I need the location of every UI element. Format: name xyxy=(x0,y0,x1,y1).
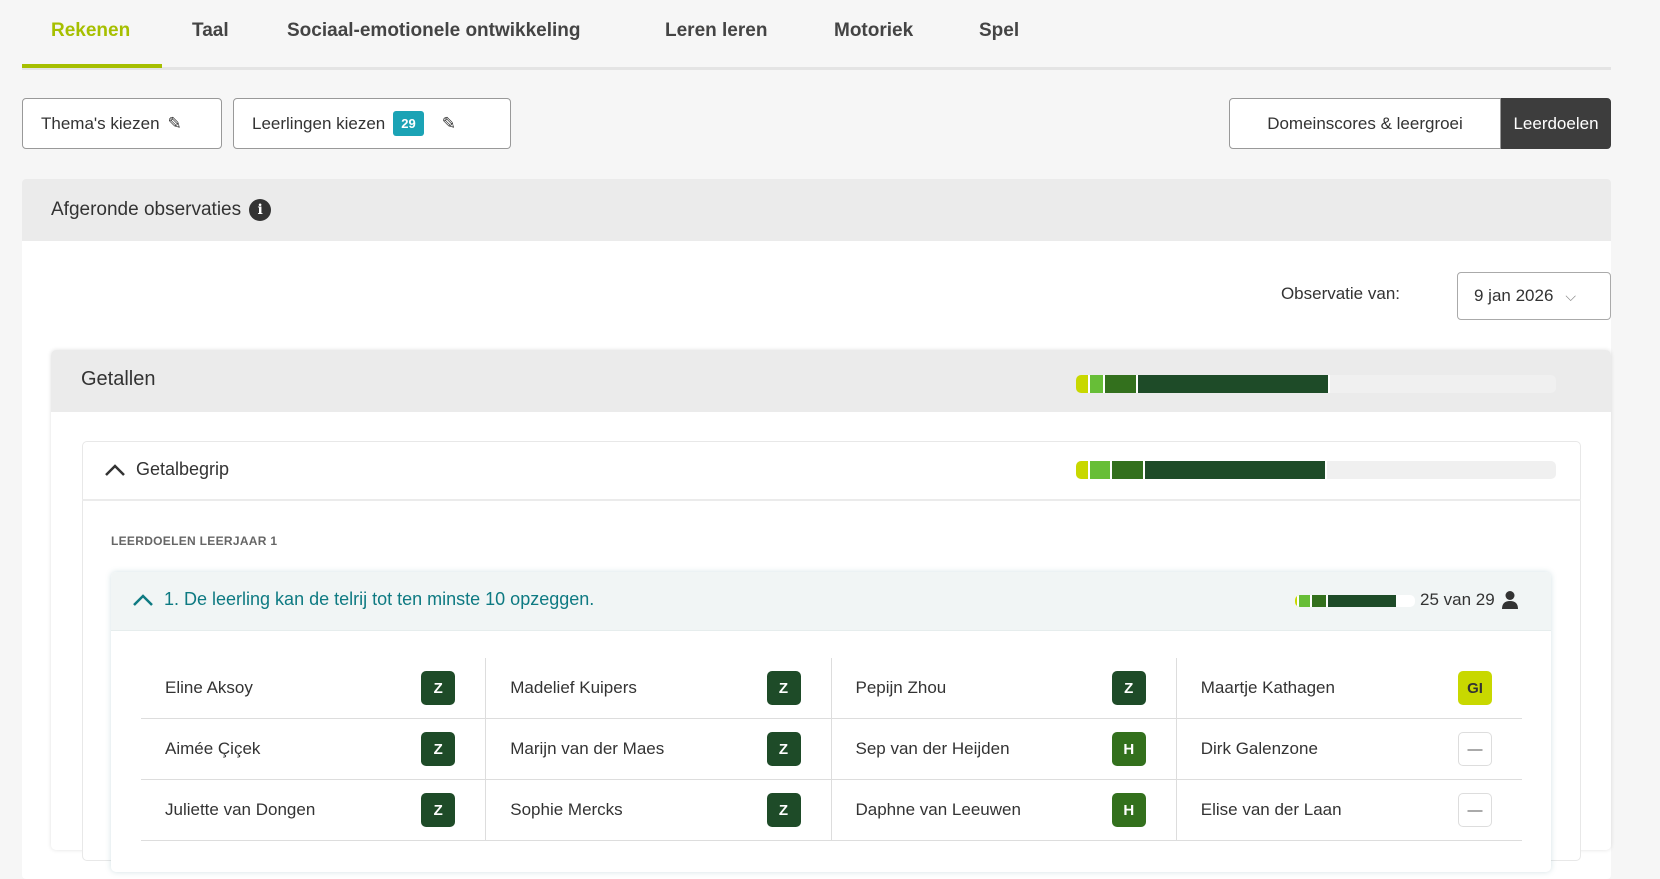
observation-date-select[interactable]: 9 jan 2026 ⌵ xyxy=(1457,272,1611,320)
chevron-up-icon xyxy=(133,593,153,606)
student-cell: Pepijn Zhou Z xyxy=(831,658,1177,719)
score-badge[interactable]: Z xyxy=(766,732,801,766)
panel-title: Afgeronde observaties xyxy=(51,199,242,220)
progress-segment-light xyxy=(1090,375,1105,393)
student-name: Pepijn Zhou xyxy=(855,678,947,697)
score-badge[interactable]: Z xyxy=(421,793,456,827)
score-badge[interactable]: H xyxy=(1111,732,1146,766)
choose-students-button[interactable]: Leerlingen kiezen 29 ✎ xyxy=(233,98,511,149)
active-tab-indicator xyxy=(22,64,162,68)
student-name: Madelief Kuipers xyxy=(510,678,637,697)
progress-segment-z xyxy=(1138,375,1331,393)
chevron-up-icon xyxy=(105,463,125,476)
student-name: Maartje Kathagen xyxy=(1200,678,1335,697)
subject-tabs: Rekenen Taal Sociaal-emotionele ontwikke… xyxy=(22,0,1611,70)
learning-goal-progress-bar xyxy=(1295,595,1415,607)
score-badge[interactable]: H xyxy=(1111,793,1146,827)
view-learning-goals-button[interactable]: Leerdoelen xyxy=(1501,98,1611,149)
progress-segment-gi xyxy=(1076,461,1091,479)
tab-rekenen[interactable]: Rekenen xyxy=(51,20,130,42)
score-badge[interactable]: Z xyxy=(421,732,456,766)
score-badge[interactable]: Z xyxy=(766,793,801,827)
student-cell: Sep van der Heijden H xyxy=(831,719,1177,780)
tab-sociaal-emotionele-ontwikkeling[interactable]: Sociaal-emotionele ontwikkeling xyxy=(287,20,581,42)
choose-students-label: Leerlingen kiezen xyxy=(252,113,386,133)
subdomain-progress-bar xyxy=(1076,461,1556,479)
pencil-icon: ✎ xyxy=(167,113,182,133)
observation-date-value: 9 jan 2026 xyxy=(1474,286,1554,305)
progress-segment-h xyxy=(1111,461,1146,479)
tab-motoriek[interactable]: Motoriek xyxy=(834,20,913,42)
student-cell: Juliette van Dongen Z xyxy=(141,780,487,841)
count-text: 25 van 29 xyxy=(1420,590,1495,609)
progress-segment-light xyxy=(1090,461,1112,479)
progress-segment-h xyxy=(1104,375,1139,393)
learning-goal-title: 1. De leerling kan de telrij tot ten min… xyxy=(164,589,595,609)
student-cell: Sophie Mercks Z xyxy=(486,780,832,841)
panel-header: Afgeronde observaties i xyxy=(22,179,1611,241)
student-name: Eline Aksoy xyxy=(165,678,253,697)
learning-goal-count: 25 van 29 xyxy=(1420,590,1519,610)
observation-date-label: Observatie van: xyxy=(1280,284,1400,303)
score-badge[interactable]: GI xyxy=(1458,671,1492,705)
student-cell: Aimée Çiçek Z xyxy=(141,719,487,780)
score-badge[interactable]: Z xyxy=(766,671,801,705)
pencil-icon: ✎ xyxy=(441,113,456,133)
choose-themes-button[interactable]: Thema's kiezen ✎ xyxy=(22,98,222,149)
progress-segment-gi xyxy=(1076,375,1091,393)
student-name: Juliette van Dongen xyxy=(165,800,316,819)
student-cell: Marijn van der Maes Z xyxy=(486,719,832,780)
subdomain-title: Getalbegrip xyxy=(136,459,230,479)
student-cell: Daphne van Leeuwen H xyxy=(831,780,1177,841)
score-badge[interactable]: Z xyxy=(421,671,456,705)
student-name: Dirk Galenzone xyxy=(1200,739,1318,758)
student-cell: Elise van der Laan — xyxy=(1176,780,1522,841)
section-label: LEERDOELEN LEERJAAR 1 xyxy=(111,534,278,548)
info-icon[interactable]: i xyxy=(249,199,272,221)
student-cell: Madelief Kuipers Z xyxy=(486,658,832,719)
learning-goal-toggle[interactable]: 1. De leerling kan de telrij tot ten min… xyxy=(132,589,594,610)
score-badge[interactable]: Z xyxy=(1111,671,1146,705)
user-icon xyxy=(1501,591,1518,609)
student-cell: Maartje Kathagen GI xyxy=(1176,658,1522,719)
domain-progress-bar xyxy=(1076,375,1556,393)
students-count-badge: 29 xyxy=(393,111,424,136)
student-name: Elise van der Laan xyxy=(1200,800,1342,819)
score-badge[interactable]: — xyxy=(1458,732,1492,766)
subdomain-toggle[interactable]: Getalbegrip xyxy=(104,459,229,480)
student-name: Sophie Mercks xyxy=(510,800,623,819)
student-cell: Eline Aksoy Z xyxy=(141,658,487,719)
progress-segment-light xyxy=(1299,595,1312,607)
chevron-down-icon: ⌵ xyxy=(1565,287,1577,304)
student-scores-grid: Eline Aksoy Z Madelief Kuipers Z Pepijn Zhou… xyxy=(141,658,1522,841)
progress-segment-z xyxy=(1328,595,1399,607)
view-domain-scores-button[interactable]: Domeinscores & leergroei xyxy=(1229,98,1501,149)
student-cell: Dirk Galenzone — xyxy=(1176,719,1522,780)
tab-taal[interactable]: Taal xyxy=(192,20,229,42)
student-name: Sep van der Heijden xyxy=(855,739,1010,758)
student-name: Aimée Çiçek xyxy=(165,739,261,758)
progress-segment-h xyxy=(1311,595,1329,607)
choose-themes-label: Thema's kiezen xyxy=(41,113,160,133)
student-name: Marijn van der Maes xyxy=(510,739,665,758)
tab-leren-leren[interactable]: Leren leren xyxy=(665,20,767,42)
tab-spel[interactable]: Spel xyxy=(979,20,1019,42)
domain-title: Getallen xyxy=(81,368,156,390)
progress-segment-z xyxy=(1145,461,1328,479)
student-name: Daphne van Leeuwen xyxy=(855,800,1021,819)
score-badge[interactable]: — xyxy=(1458,793,1492,827)
